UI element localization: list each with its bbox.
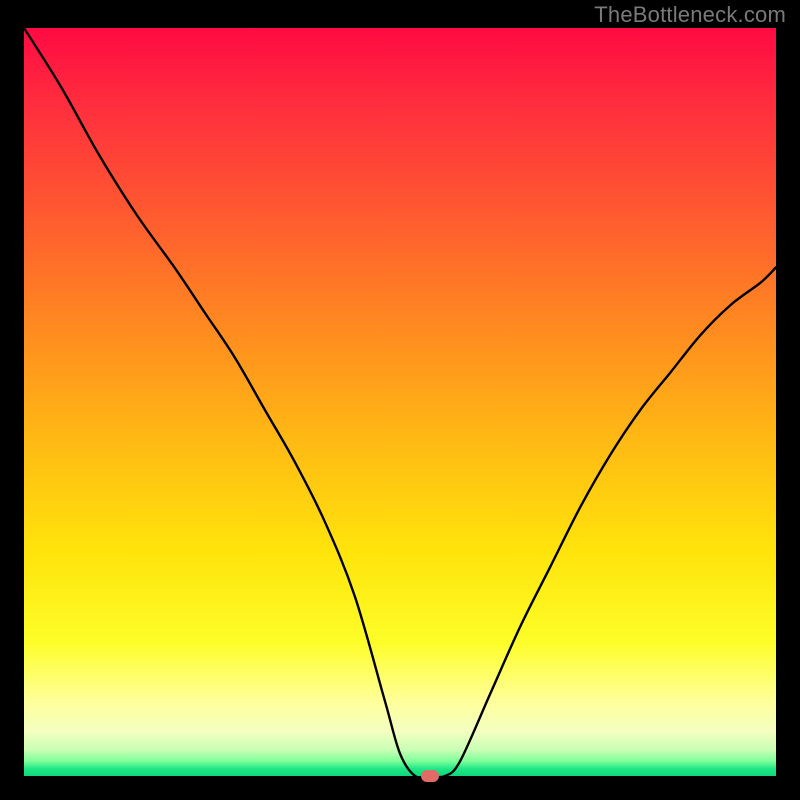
chart-stage: TheBottleneck.com: [0, 0, 800, 800]
watermark-label: TheBottleneck.com: [594, 2, 786, 28]
plot-area: [24, 28, 776, 776]
minimum-marker: [421, 770, 439, 782]
